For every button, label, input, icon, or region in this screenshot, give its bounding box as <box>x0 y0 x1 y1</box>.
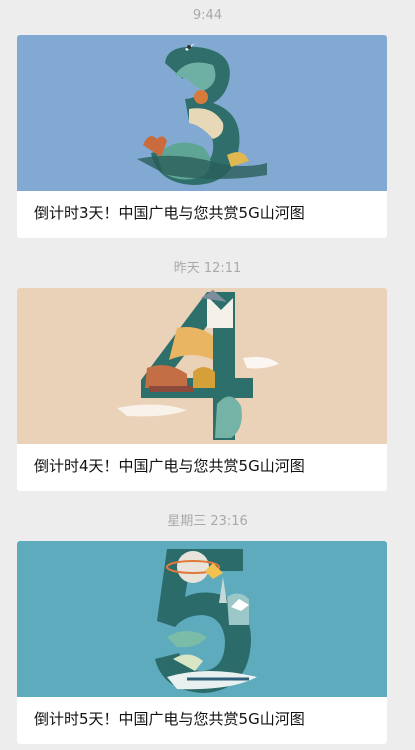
cover-illustration-5 <box>17 541 387 697</box>
article-title[interactable]: 倒计时5天！中国广电与您共赏5G山河图 <box>34 708 377 730</box>
article-feed: 9:44 倒计时3天！中国广电与您共赏5G山河图 昨天 12:11 倒计时4天！… <box>0 0 415 750</box>
message-timestamp: 昨天 12:11 <box>173 261 242 276</box>
message-timestamp: 9:44 <box>192 8 223 23</box>
article-card[interactable]: 倒计时5天！中国广电与您共赏5G山河图 <box>17 541 387 744</box>
cover-illustration-4 <box>17 288 387 444</box>
article-card[interactable]: 倒计时4天！中国广电与您共赏5G山河图 <box>17 288 387 491</box>
article-cover-image[interactable] <box>17 35 387 191</box>
article-cover-image[interactable] <box>17 541 387 697</box>
article-title[interactable]: 倒计时3天！中国广电与您共赏5G山河图 <box>34 202 377 224</box>
cover-illustration-3 <box>17 35 387 191</box>
article-card[interactable]: 倒计时3天！中国广电与您共赏5G山河图 <box>17 35 387 238</box>
article-title[interactable]: 倒计时4天！中国广电与您共赏5G山河图 <box>34 455 377 477</box>
article-cover-image[interactable] <box>17 288 387 444</box>
message-timestamp: 星期三 23:16 <box>167 514 248 529</box>
